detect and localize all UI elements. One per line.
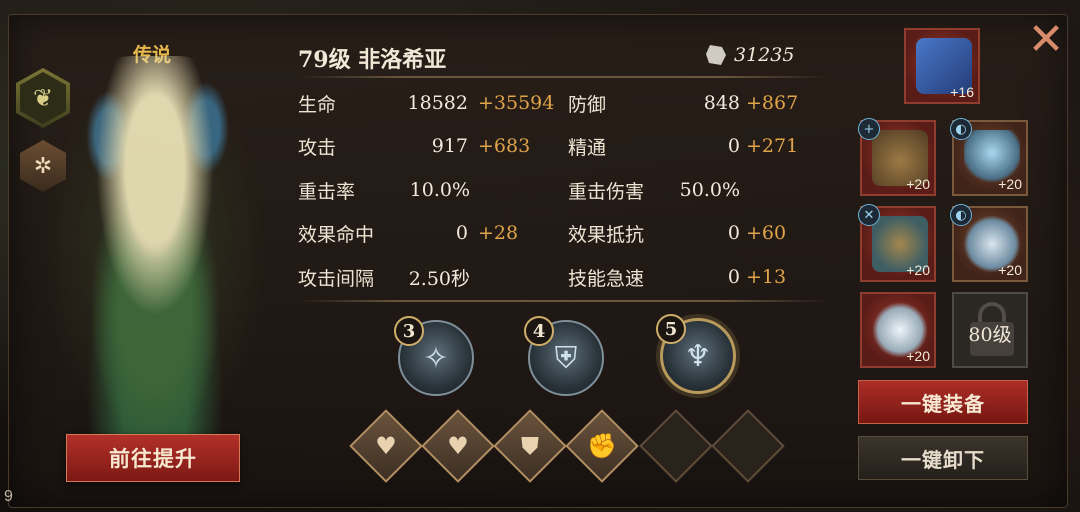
stat-value: 18582 (407, 92, 468, 114)
enhance-level: +20 (906, 176, 930, 192)
enhance-level: +20 (998, 176, 1022, 192)
shield-blade-icon: ⛨ (554, 340, 578, 376)
muscle-icon: ✊ (587, 432, 617, 460)
stat-label: 重击伤害 (568, 180, 645, 203)
stat-bonus: +60 (746, 222, 787, 244)
stat-label: 效果命中 (298, 223, 375, 246)
stat-bonus: +13 (746, 266, 787, 288)
stat-label: 攻击 (298, 136, 337, 159)
hero-portrait (40, 56, 270, 456)
stat-row: 防御 848 +867 (568, 89, 808, 117)
header-divider (296, 76, 828, 78)
stat-bonus: +271 (746, 135, 799, 157)
stat-bonus: +35594 (478, 92, 555, 114)
stat-label: 攻击间隔 (298, 267, 375, 290)
stat-value: 917 (431, 135, 468, 157)
enhance-level: +20 (906, 348, 930, 364)
stat-value: 0 (727, 135, 740, 157)
stat-row: 重击率 10.0% (298, 176, 548, 204)
stat-value: 0 (455, 222, 468, 244)
equip-slot-armor[interactable]: ✕ +20 (858, 204, 936, 282)
combat-power-value: 31235 (734, 44, 795, 66)
stat-row: 生命 18582 +35594 (298, 89, 554, 117)
equip-slot-weapon[interactable]: ◐ +20 (950, 118, 1028, 196)
stat-label: 防御 (568, 93, 607, 116)
stat-row: 精通 0 +271 (568, 132, 808, 160)
heart-heal-icon: ♥ (447, 432, 469, 460)
stat-row: 攻击 917 +683 (298, 132, 548, 160)
stat-label: 生命 (298, 93, 337, 116)
stat-bonus: +28 (478, 222, 519, 244)
stat-value: 848 (703, 92, 740, 114)
equip-all-button[interactable]: 一键装备 (858, 380, 1028, 424)
stats-divider (296, 300, 828, 302)
heart-icon: ♥ (375, 432, 397, 460)
spirit-icon: ♆ (684, 338, 712, 374)
stat-label: 重击率 (298, 180, 356, 203)
stat-value: 2.50秒 (408, 267, 470, 290)
equip-slot-helmet[interactable]: + +20 (858, 118, 936, 196)
stat-bonus: +683 (478, 135, 531, 157)
stat-bonus: +867 (746, 92, 799, 114)
skill-number: 4 (524, 316, 554, 346)
stat-label: 技能急速 (568, 267, 645, 290)
go-upgrade-button[interactable]: 前往提升 (66, 434, 240, 482)
corner-label: 9 (4, 488, 13, 505)
water-element-icon: ◐ (950, 118, 972, 140)
enhance-level: +16 (950, 84, 974, 100)
shield-icon: ⛊ (521, 432, 539, 460)
equip-slot-accessory[interactable]: ◐ +20 (950, 204, 1028, 282)
stat-label: 效果抵抗 (568, 223, 645, 246)
upgrade-plus-icon: + (858, 118, 880, 140)
water-element-icon: ◐ (950, 204, 972, 226)
stat-value: 0 (727, 266, 740, 288)
stat-row: 攻击间隔 2.50秒 (298, 263, 548, 291)
unlock-level: 80级 (968, 324, 1012, 346)
equip-slot-book[interactable]: +16 (904, 28, 980, 104)
cross-swords-icon: ✕ (858, 204, 880, 226)
combat-power: 31235 (706, 44, 794, 66)
stat-value: 50.0% (679, 179, 740, 201)
unequip-all-button[interactable]: 一键卸下 (858, 436, 1028, 480)
stat-value: 0 (727, 222, 740, 244)
stat-label: 精通 (568, 136, 607, 159)
hero-level-name: 79级 非洛希亚 (298, 47, 447, 73)
stat-row: 重击伤害 50.0% (568, 176, 808, 204)
enhance-level: +20 (906, 262, 930, 278)
rune-icon: ✧ (423, 340, 449, 376)
stat-row: 效果抵抗 0 +60 (568, 219, 808, 247)
stat-value: 10.0% (409, 179, 470, 201)
equip-slot-gem[interactable]: +20 (860, 292, 936, 368)
equip-slot-locked[interactable]: 80级 (952, 292, 1028, 368)
power-icon (706, 45, 726, 65)
skill-number: 3 (394, 316, 424, 346)
stat-row: 效果命中 0 +28 (298, 219, 548, 247)
skill-number: 5 (656, 314, 686, 344)
enhance-level: +20 (998, 262, 1022, 278)
stat-row: 技能急速 0 +13 (568, 263, 808, 291)
close-icon[interactable]: ✕ (1024, 18, 1068, 62)
